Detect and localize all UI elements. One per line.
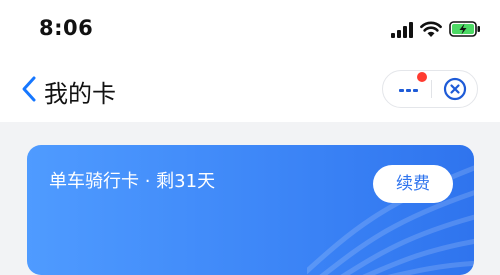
status-time: 8:06: [39, 16, 94, 40]
renew-button[interactable]: 续费: [373, 165, 453, 203]
cellular-signal-icon: [391, 22, 413, 38]
notification-dot: [417, 72, 427, 82]
close-circle-icon: [443, 77, 467, 101]
wifi-icon: [420, 21, 442, 37]
status-bar: 8:06: [0, 0, 500, 58]
card-title: 单车骑行卡 · 剩31天: [49, 171, 216, 192]
close-button[interactable]: [432, 71, 478, 107]
back-button[interactable]: [16, 72, 44, 106]
chevron-left-icon: [22, 76, 36, 102]
more-dots-icon: [399, 72, 427, 92]
mini-program-capsule: [382, 70, 478, 108]
riding-card[interactable]: 单车骑行卡 · 剩31天 续费: [27, 145, 474, 275]
nav-bar: 我的卡: [0, 58, 500, 122]
battery-charging-icon: [449, 21, 480, 37]
more-button[interactable]: [383, 71, 431, 107]
page-title: 我的卡: [44, 80, 116, 108]
